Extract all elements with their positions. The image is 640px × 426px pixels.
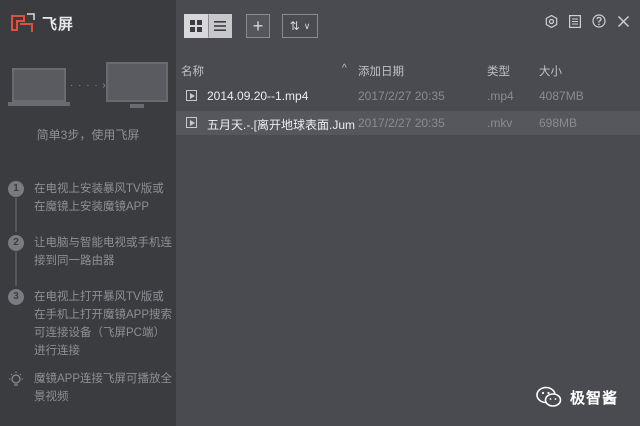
column-header-type[interactable]: 类型 (487, 63, 510, 79)
step-text: 在电视上安装暴风TV版或在魔镜上安装魔镜APP (34, 183, 164, 213)
list-view-button[interactable] (208, 14, 232, 38)
file-type: .mp4 (487, 89, 514, 103)
laptop-icon (12, 68, 66, 102)
watermark: 极智酱 (536, 386, 618, 408)
list-icon (214, 21, 226, 31)
menu-icon[interactable] (568, 14, 582, 28)
step-1: 1 在电视上安装暴风TV版或在魔镜上安装魔镜APP (8, 181, 172, 216)
app-title: 飞屏 (42, 15, 75, 33)
column-header-size[interactable]: 大小 (539, 63, 562, 79)
column-header-name[interactable]: 名称 (181, 63, 204, 79)
table-row[interactable]: 五月天.-.[离开地球表面.Jump 2017/2/27 20:35 .mkv … (176, 111, 640, 135)
sort-icon: ⇅ (289, 19, 300, 33)
lightbulb-icon (8, 371, 24, 389)
step-number: 2 (8, 235, 24, 251)
step-3: 3 在电视上打开暴风TV版或在手机上打开魔镜APP搜索可连接设备（飞屏PC端）进… (8, 289, 172, 360)
logo-icon (10, 12, 36, 34)
file-name: 2014.09.20--1.mp4 (207, 89, 309, 103)
step-text: 在电视上打开暴风TV版或在手机上打开魔镜APP搜索可连接设备（飞屏PC端）进行连… (34, 291, 173, 357)
file-size: 4087MB (539, 89, 584, 103)
laptop-base (8, 102, 70, 106)
column-header-date[interactable]: 添加日期 (358, 63, 404, 79)
file-date: 2017/2/27 20:35 (358, 89, 445, 103)
step-number: 1 (8, 181, 24, 197)
settings-icon[interactable] (544, 14, 558, 28)
close-icon[interactable] (616, 14, 630, 28)
transfer-dots: · · · · › (70, 80, 107, 91)
main-panel: + ⇅ ∨ 名称 ^ 添加日期 类型 大小 2014.09.20--1.mp4 … (176, 0, 640, 426)
plus-icon: + (252, 16, 264, 36)
sort-button[interactable]: ⇅ ∨ (282, 14, 318, 38)
table-header: 名称 ^ 添加日期 类型 大小 (176, 60, 640, 80)
add-file-button[interactable]: + (246, 14, 270, 38)
file-size: 698MB (539, 116, 578, 130)
help-icon[interactable] (592, 14, 606, 28)
play-icon[interactable] (186, 90, 197, 101)
grid-view-button[interactable] (184, 14, 208, 38)
sort-ascending-icon: ^ (342, 63, 347, 74)
app-window: 飞屏 · · · · › 简单3步，使用飞屏 1 在电视上安装暴风TV版或在魔镜… (0, 0, 640, 426)
steps-title: 简单3步，使用飞屏 (36, 128, 140, 142)
tip-text: 魔镜APP连接飞屏可播放全景视频 (34, 373, 173, 403)
window-controls (544, 14, 630, 28)
step-text: 让电脑与智能电视或手机连接到同一路由器 (34, 237, 172, 267)
watermark-text: 极智酱 (569, 389, 618, 407)
toolbar: + ⇅ ∨ (184, 14, 318, 38)
table-row[interactable]: 2014.09.20--1.mp4 2017/2/27 20:35 .mp4 4… (176, 84, 640, 108)
file-name: 五月天.-.[离开地球表面.Jump (207, 118, 355, 132)
sidebar: 飞屏 · · · · › 简单3步，使用飞屏 1 在电视上安装暴风TV版或在魔镜… (0, 0, 176, 426)
connection-illustration: · · · · › (8, 60, 170, 112)
grid-icon (190, 20, 202, 32)
chevron-down-icon: ∨ (303, 20, 311, 31)
wechat-icon (536, 386, 562, 408)
step-number: 3 (8, 289, 24, 305)
file-type: .mkv (487, 116, 513, 130)
step-2: 2 让电脑与智能电视或手机连接到同一路由器 (8, 235, 172, 270)
file-date: 2017/2/27 20:35 (358, 116, 445, 130)
play-icon[interactable] (186, 117, 197, 128)
tip: 魔镜APP连接飞屏可播放全景视频 (8, 371, 172, 406)
tv-icon (106, 62, 168, 102)
tv-stand (130, 104, 144, 108)
app-logo: 飞屏 (10, 12, 74, 34)
